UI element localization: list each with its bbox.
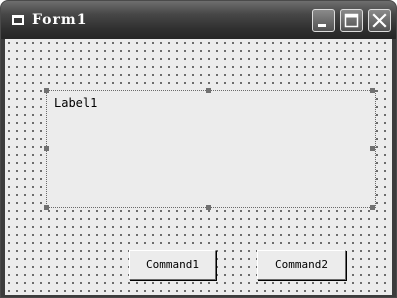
title-bar[interactable]: Form1: [1, 1, 396, 39]
resize-handle-top[interactable]: [206, 88, 211, 93]
resize-handle-left[interactable]: [44, 146, 49, 151]
resize-handle-bottom-right[interactable]: [370, 205, 375, 210]
resize-handle-bottom[interactable]: [206, 205, 211, 210]
form-window: Form1 Label1 Command1 Command2: [0, 0, 397, 298]
maximize-icon: [344, 13, 359, 28]
resize-handle-top-left[interactable]: [44, 88, 49, 93]
command1-button[interactable]: Command1: [129, 250, 216, 280]
minimize-button[interactable]: [312, 9, 335, 32]
command2-button[interactable]: Command2: [257, 250, 346, 280]
resize-handle-top-right[interactable]: [370, 88, 375, 93]
window-title: Form1: [32, 12, 88, 28]
maximize-button[interactable]: [340, 9, 363, 32]
form-design-surface[interactable]: Label1 Command1 Command2: [5, 39, 392, 295]
label-control[interactable]: Label1: [46, 90, 376, 208]
close-icon: [372, 13, 387, 28]
minimize-icon: [318, 24, 326, 27]
label-caption: Label1: [54, 96, 98, 110]
resize-handle-right[interactable]: [370, 146, 375, 151]
close-button[interactable]: [368, 9, 391, 32]
form-icon: [12, 15, 24, 25]
resize-handle-bottom-left[interactable]: [44, 205, 49, 210]
